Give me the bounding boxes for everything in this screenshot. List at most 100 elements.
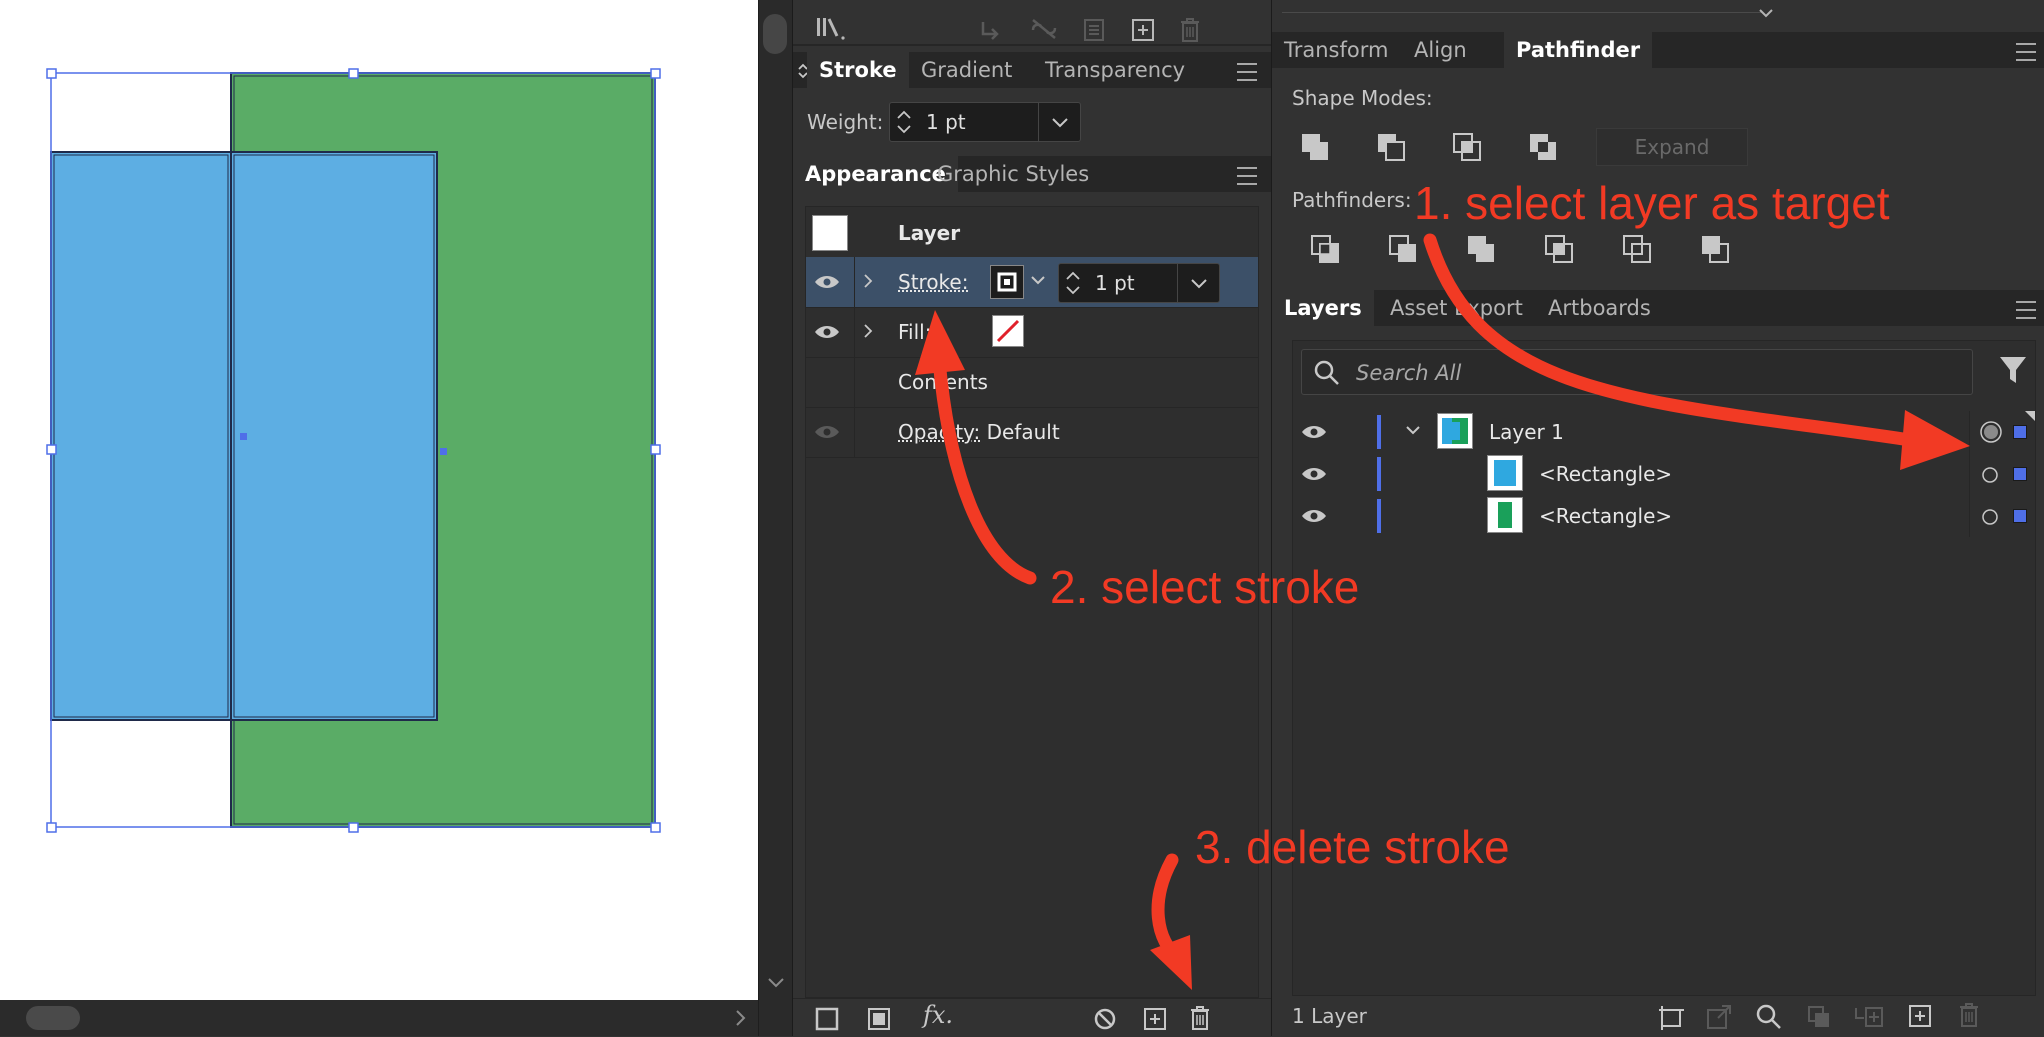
locate-object-search-icon[interactable] xyxy=(1756,1004,1782,1030)
divide-icon[interactable] xyxy=(1310,234,1340,264)
horizontal-scrollbar[interactable] xyxy=(0,1000,758,1036)
appearance-target-row[interactable]: Layer xyxy=(806,207,1258,258)
minus-back-icon[interactable] xyxy=(1700,234,1730,264)
stroke-link[interactable]: Stroke: xyxy=(898,270,968,294)
target-circle-icon[interactable] xyxy=(1981,508,1999,526)
artwork[interactable] xyxy=(0,0,758,1000)
export-icon[interactable] xyxy=(1706,1004,1734,1030)
layer-color-indicator xyxy=(1377,457,1381,491)
eye-icon[interactable] xyxy=(1301,508,1327,524)
layers-panel-tabbar: Layers Asset Export Artboards xyxy=(1272,290,2044,326)
appearance-fill-row[interactable]: Fill: xyxy=(806,307,1258,358)
rectangle-name[interactable]: <Rectangle> xyxy=(1539,462,1672,486)
fill-link[interactable]: Fill: xyxy=(898,320,931,344)
chevron-down-icon[interactable] xyxy=(1403,423,1423,439)
eye-icon[interactable] xyxy=(814,324,840,340)
selection-square-icon[interactable] xyxy=(2013,509,2027,523)
chevron-down-icon[interactable] xyxy=(1028,273,1048,289)
libraries-icon[interactable] xyxy=(815,14,849,42)
selection-square-icon[interactable] xyxy=(2013,467,2027,481)
eye-icon[interactable] xyxy=(1301,424,1327,440)
stroke-weight-dropdown[interactable] xyxy=(1177,264,1220,302)
fill-swatch-none[interactable] xyxy=(992,315,1024,347)
filter-funnel-icon[interactable] xyxy=(1999,355,2027,385)
layers-list-area: Search All Layer 1 <Rectangle> <Rectangl… xyxy=(1292,340,2036,996)
stroke-weight-stepper[interactable]: 1 pt xyxy=(1058,263,1220,303)
exclude-icon[interactable] xyxy=(1528,132,1558,162)
eye-icon[interactable] xyxy=(814,424,840,440)
rectangle-name[interactable]: <Rectangle> xyxy=(1539,504,1672,528)
tab-align[interactable]: Align xyxy=(1402,32,1479,68)
weight-stepper[interactable]: 1 pt xyxy=(889,102,1081,142)
selection-square-icon[interactable] xyxy=(2013,425,2027,439)
clipping-mask-icon[interactable] xyxy=(1806,1004,1832,1030)
delete-item-trash-icon[interactable] xyxy=(1189,1005,1211,1031)
stroke-weight-value[interactable]: 1 pt xyxy=(1095,271,1135,295)
stroke-swatch[interactable] xyxy=(990,265,1024,299)
merge-icon[interactable] xyxy=(1466,234,1496,264)
redirect-arrow-icon[interactable] xyxy=(979,18,1003,40)
intersect-icon[interactable] xyxy=(1452,132,1482,162)
target-circle-icon[interactable] xyxy=(1979,420,2003,444)
target-circle-icon[interactable] xyxy=(1981,466,1999,484)
clear-appearance-icon[interactable] xyxy=(1093,1007,1117,1031)
tab-gradient[interactable]: Gradient xyxy=(909,52,1024,88)
tab-pathfinder[interactable]: Pathfinder xyxy=(1504,32,1653,68)
layer-row[interactable]: <Rectangle> xyxy=(1293,495,2035,537)
add-new-stroke-icon[interactable] xyxy=(815,1007,839,1031)
collect-for-export-icon[interactable] xyxy=(1658,1004,1686,1030)
horizontal-scroll-thumb[interactable] xyxy=(26,1006,80,1030)
duplicate-item-icon[interactable] xyxy=(1143,1007,1167,1031)
chevron-down-icon[interactable] xyxy=(766,976,786,990)
stepper-arrows-icon[interactable] xyxy=(894,107,914,137)
tab-transparency[interactable]: Transparency xyxy=(1033,52,1197,88)
new-sublayer-icon[interactable] xyxy=(1854,1004,1884,1030)
appearance-opacity-row[interactable]: Opacity: Default xyxy=(806,407,1258,458)
search-input[interactable]: Search All xyxy=(1301,349,1973,395)
trash-icon[interactable] xyxy=(1179,17,1201,43)
chevron-right-icon[interactable] xyxy=(862,322,874,340)
document-icon[interactable] xyxy=(1083,18,1105,42)
panel-menu-icon[interactable] xyxy=(2016,43,2036,61)
opacity-link[interactable]: Opacity: xyxy=(898,420,980,444)
right-panel-dock: Transform Align Pathfinder Shape Modes: … xyxy=(1272,0,2044,1036)
expand-button[interactable]: Expand xyxy=(1596,128,1748,166)
unlink-icon[interactable] xyxy=(1029,18,1059,40)
panel-menu-icon[interactable] xyxy=(2016,301,2036,319)
fx-icon[interactable]: fx. xyxy=(923,1001,953,1029)
minus-front-icon[interactable] xyxy=(1376,132,1406,162)
new-item-icon[interactable] xyxy=(1131,18,1155,42)
tab-artboards[interactable]: Artboards xyxy=(1536,290,1663,326)
weight-value[interactable]: 1 pt xyxy=(926,110,966,134)
appearance-stroke-row[interactable]: Stroke: 1 pt xyxy=(806,257,1258,308)
panel-menu-icon[interactable] xyxy=(1237,63,1257,81)
tab-layers[interactable]: Layers xyxy=(1272,290,1374,326)
chevron-right-icon[interactable] xyxy=(862,272,874,290)
outline-icon[interactable] xyxy=(1622,234,1652,264)
layer-row[interactable]: <Rectangle> xyxy=(1293,453,2035,495)
new-layer-icon[interactable] xyxy=(1908,1004,1932,1028)
add-new-fill-icon[interactable] xyxy=(867,1007,891,1031)
layer-row[interactable]: Layer 1 xyxy=(1293,411,2035,453)
chevron-right-icon[interactable] xyxy=(734,1008,748,1028)
weight-dropdown[interactable] xyxy=(1038,103,1081,141)
vertical-scrollbar[interactable] xyxy=(758,0,793,1036)
libraries-toolbar xyxy=(793,0,1271,46)
chevron-down-icon[interactable] xyxy=(1756,6,1776,22)
panel-menu-icon[interactable] xyxy=(1237,167,1257,185)
tab-graphic-styles[interactable]: Graphic Styles xyxy=(925,156,1101,192)
trim-icon[interactable] xyxy=(1388,234,1418,264)
tab-asset-export[interactable]: Asset Export xyxy=(1378,290,1535,326)
unite-icon[interactable] xyxy=(1300,132,1330,162)
tab-transform[interactable]: Transform xyxy=(1272,32,1400,68)
appearance-contents-row[interactable]: Contents xyxy=(806,357,1258,408)
vertical-scroll-thumb[interactable] xyxy=(763,14,787,54)
artboard-canvas[interactable] xyxy=(0,0,758,1000)
crop-icon[interactable] xyxy=(1544,234,1574,264)
layer-name[interactable]: Layer 1 xyxy=(1489,420,1564,444)
tab-stroke[interactable]: Stroke xyxy=(807,52,909,88)
eye-icon[interactable] xyxy=(814,274,840,290)
delete-layer-trash-icon[interactable] xyxy=(1958,1002,1980,1028)
stepper-arrows-icon[interactable] xyxy=(1063,268,1083,298)
eye-icon[interactable] xyxy=(1301,466,1327,482)
